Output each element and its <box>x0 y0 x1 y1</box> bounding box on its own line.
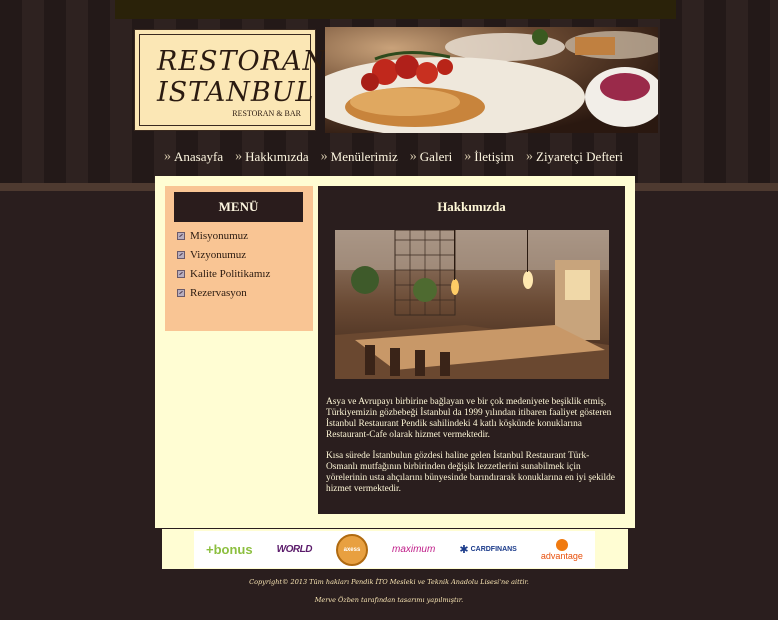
cardfinans-star-icon: ✱ <box>459 543 469 556</box>
double-chevron-right-icon: » <box>409 149 417 164</box>
footer-designer-credit: Merve Özben tarafından tasarımı yapılmış… <box>314 596 464 604</box>
nav-label: İletişim <box>474 149 514 164</box>
sidebar-item-label: Rezervasyon <box>190 286 247 299</box>
world-logo-text: WORLD <box>276 544 313 555</box>
nav-item-menulerimiz[interactable]: » Menülerimiz <box>321 149 398 165</box>
logo-subtitle: RESTORAN & BAR <box>232 109 301 118</box>
nav-item-galeri[interactable]: » Galeri <box>410 149 452 165</box>
sidebar-item-vizyonumuz[interactable]: Vizyonumuz <box>177 245 270 264</box>
double-chevron-right-icon: » <box>164 149 171 164</box>
restaurant-interior-photo <box>335 230 609 379</box>
nav-label: Hakkımızda <box>245 149 309 164</box>
sidebar-menu: MENÜ Misyonumuz Vizyonumuz Kalite Politi… <box>165 186 313 331</box>
nav-item-iletisim[interactable]: » İletişim <box>464 149 514 165</box>
bonus-logo-text: +bonus <box>206 542 253 557</box>
sponsor-strip: +bonus WORLD axess maximum ✱ CARDFINANS … <box>194 531 595 568</box>
sidebar-item-label: Vizyonumuz <box>190 248 247 261</box>
footer-copyright: Copyright© 2013 Tüm hakları Pendik İTO M… <box>249 578 529 586</box>
top-bar <box>115 0 676 19</box>
nav-label: Menülerimiz <box>330 149 398 164</box>
sidebar-item-label: Kalite Politikamız <box>190 267 271 280</box>
bullet-icon <box>177 288 185 297</box>
bullet-icon <box>177 250 185 259</box>
world-logo[interactable]: WORLD <box>276 544 313 555</box>
logo-text-line2: ISTANBUL <box>157 77 315 108</box>
bullet-icon <box>177 231 185 240</box>
double-chevron-right-icon: » <box>320 149 328 164</box>
nav-label: Anasayfa <box>174 149 224 164</box>
sidebar-item-kalite-politikamiz[interactable]: Kalite Politikamız <box>177 264 270 283</box>
page-title: Hakkımızda <box>437 199 506 214</box>
bonus-logo[interactable]: +bonus <box>206 542 253 557</box>
sidebar-item-misyonumuz[interactable]: Misyonumuz <box>177 226 270 245</box>
nav-label: Galeri <box>419 149 453 164</box>
advantage-logo[interactable]: advantage <box>540 538 583 561</box>
sidebar-title: MENÜ <box>174 192 303 222</box>
axess-logo-badge: axess <box>335 533 368 566</box>
advantage-logo-text: advantage <box>540 550 583 561</box>
bullet-icon <box>177 269 185 278</box>
about-paragraph-1: Asya ve Avrupayı birbirine bağlayan ve b… <box>326 397 612 440</box>
maximum-logo[interactable]: maximum <box>392 544 435 555</box>
sidebar-item-label: Misyonumuz <box>190 229 249 242</box>
food-plate-illustration <box>325 27 658 133</box>
nav-item-hakkimizda[interactable]: » Hakkımızda <box>235 149 309 165</box>
site-logo[interactable]: RESTORAN ISTANBUL RESTORAN & BAR <box>134 29 326 131</box>
sidebar-item-rezervasyon[interactable]: Rezervasyon <box>177 283 270 302</box>
sidebar-list: Misyonumuz Vizyonumuz Kalite Politikamız… <box>177 226 270 302</box>
cardfinans-logo-text: CARDFINANS <box>470 546 517 553</box>
double-chevron-right-icon: » <box>526 149 533 164</box>
restaurant-interior-illustration <box>335 230 609 379</box>
nav-item-anasayfa[interactable]: » Anasayfa <box>164 149 223 165</box>
cardfinans-logo[interactable]: ✱ CARDFINANS <box>459 543 517 556</box>
double-chevron-right-icon: » <box>235 149 243 164</box>
main-article: Hakkımızda Asya ve Avrupayı birbirine ba… <box>318 186 625 514</box>
main-navigation: » Anasayfa » Hakkımızda » Menülerimiz » … <box>164 148 635 166</box>
header-banner-image <box>325 27 658 133</box>
about-paragraph-2: Kısa sürede İstanbulun gözdesi haline ge… <box>326 451 615 494</box>
maximum-logo-text: maximum <box>391 544 436 555</box>
double-chevron-right-icon: » <box>464 149 472 164</box>
logo-text-line1: RESTORAN <box>157 46 328 77</box>
nav-item-ziyaretci-defteri[interactable]: » Ziyaretçi Defteri <box>526 149 623 165</box>
nav-label: Ziyaretçi Defteri <box>536 149 623 164</box>
advantage-icon <box>555 538 568 551</box>
axess-logo[interactable]: axess <box>335 533 368 566</box>
axess-logo-text: axess <box>343 546 361 553</box>
